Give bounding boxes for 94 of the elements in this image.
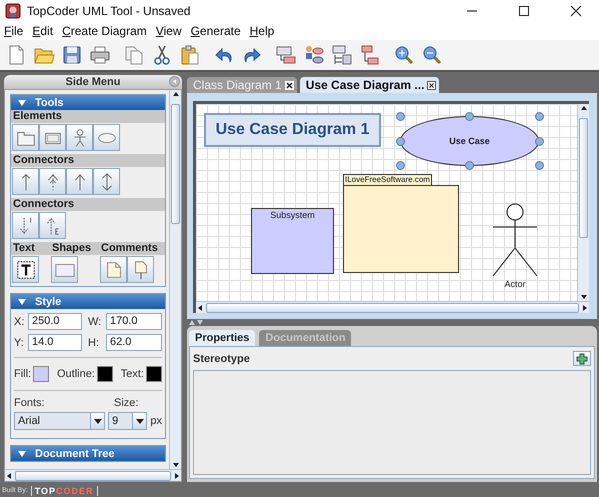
selection-handle[interactable] bbox=[396, 137, 405, 146]
horizontal-scrollbar[interactable] bbox=[5, 469, 181, 481]
collapse-triangle-icon[interactable] bbox=[18, 298, 26, 304]
field-label: W: bbox=[88, 316, 102, 328]
field-label: X: bbox=[14, 316, 26, 328]
selection-handle[interactable] bbox=[396, 161, 405, 170]
caret-icon bbox=[136, 418, 144, 424]
print-icon[interactable] bbox=[89, 44, 111, 66]
vertical-scrollbar[interactable] bbox=[577, 104, 589, 301]
input-field[interactable]: 14.0 bbox=[28, 334, 82, 351]
group-label: Text bbox=[12, 242, 36, 255]
close-icon[interactable] bbox=[284, 80, 294, 90]
panel-title: Side Menu bbox=[65, 76, 120, 88]
scroll-thumb[interactable] bbox=[15, 470, 171, 480]
section-header[interactable]: Style bbox=[11, 294, 165, 309]
group-label: Elements bbox=[11, 110, 165, 123]
use-case-ellipse: Use Case bbox=[400, 116, 539, 166]
field-label: Text: bbox=[120, 368, 144, 380]
scroll-up-icon[interactable] bbox=[580, 104, 588, 112]
selection-handle[interactable] bbox=[535, 161, 544, 170]
copy-icon[interactable] bbox=[123, 44, 145, 66]
paste-icon[interactable] bbox=[179, 44, 201, 66]
plus-icon bbox=[576, 352, 588, 364]
menu-item[interactable]: View bbox=[156, 24, 182, 38]
group-label: Connectors bbox=[11, 154, 165, 167]
add-button[interactable] bbox=[573, 351, 591, 366]
field-label: H: bbox=[88, 336, 100, 348]
subsystem-box: Subsystem bbox=[251, 208, 334, 274]
selection-handle[interactable] bbox=[465, 112, 474, 121]
input-field[interactable]: 62.0 bbox=[106, 334, 162, 351]
group-label: Connectors bbox=[11, 198, 165, 211]
field-label: Fonts: bbox=[14, 397, 46, 409]
scroll-right-icon[interactable] bbox=[173, 472, 181, 480]
scroll-left-icon[interactable] bbox=[5, 472, 13, 480]
menu-item[interactable]: Create Diagram bbox=[62, 24, 147, 38]
input-field[interactable]: 170.0 bbox=[106, 313, 162, 330]
vertical-scrollbar[interactable] bbox=[169, 90, 181, 469]
caret-icon bbox=[94, 418, 102, 424]
field-label: Y: bbox=[14, 336, 25, 348]
diagram-title: Use Case Diagram 1 bbox=[204, 113, 381, 147]
zoom-out-icon[interactable] bbox=[421, 44, 443, 66]
color-swatch[interactable] bbox=[96, 366, 113, 382]
section-header[interactable]: Document Tree bbox=[11, 446, 165, 461]
unit-label: px bbox=[150, 415, 162, 427]
menu-item[interactable]: File bbox=[4, 24, 24, 38]
color-swatch[interactable] bbox=[146, 366, 162, 382]
group-label: Comments bbox=[100, 242, 159, 255]
scroll-left-icon[interactable] bbox=[196, 304, 204, 312]
horizontal-scrollbar[interactable] bbox=[196, 301, 589, 313]
selection-handle[interactable] bbox=[535, 112, 544, 121]
collapse-triangle-icon[interactable] bbox=[18, 450, 26, 456]
menu-item[interactable]: Edit bbox=[32, 24, 54, 38]
font-dropdown[interactable]: Arial bbox=[14, 412, 106, 430]
collapse-triangle-icon[interactable] bbox=[18, 100, 26, 106]
scroll-thumb[interactable] bbox=[206, 302, 579, 312]
input-field[interactable]: 250.0 bbox=[28, 313, 82, 330]
selection-handle[interactable] bbox=[465, 161, 474, 170]
size-dropdown[interactable]: 9 bbox=[108, 412, 148, 430]
scroll-right-icon[interactable] bbox=[581, 304, 589, 312]
save-icon[interactable] bbox=[61, 44, 83, 66]
scroll-thumb[interactable] bbox=[171, 104, 180, 224]
people-diagram-icon[interactable] bbox=[303, 44, 325, 66]
text-tool-icon bbox=[14, 258, 36, 280]
logo: TOPCODER bbox=[30, 486, 98, 496]
flow-diagram-icon[interactable] bbox=[359, 44, 381, 66]
document-tab[interactable]: Use Case Diagram ... bbox=[300, 77, 440, 93]
sequence-diagram-icon[interactable] bbox=[331, 44, 353, 66]
field-label: Fill: bbox=[14, 368, 32, 380]
group-label: Shapes bbox=[51, 242, 92, 255]
app-icon bbox=[5, 3, 21, 19]
section-header[interactable]: Tools bbox=[11, 95, 165, 110]
color-swatch[interactable] bbox=[33, 366, 50, 382]
diagram-canvas[interactable]: Use Case Diagram 1 Use Case ILoveFreeSoftware.com Subsystem Actor bbox=[196, 104, 577, 301]
close-icon[interactable] bbox=[427, 80, 436, 90]
menu-item[interactable]: Generate bbox=[190, 24, 241, 38]
field-label: Outline: bbox=[56, 368, 95, 380]
section-label: Stereotype bbox=[193, 352, 250, 364]
tool-button[interactable] bbox=[12, 256, 39, 283]
selection-handle[interactable] bbox=[535, 137, 544, 146]
field-label: Size: bbox=[114, 397, 140, 409]
diagram-icon[interactable] bbox=[275, 44, 297, 66]
close-icon[interactable] bbox=[570, 5, 582, 17]
zoom-in-icon[interactable] bbox=[393, 44, 415, 66]
scroll-thumb[interactable] bbox=[579, 118, 588, 238]
panel-tab[interactable]: Properties bbox=[189, 330, 256, 346]
package-tab: ILoveFreeSoftware.com bbox=[343, 174, 432, 185]
section-title: Style bbox=[35, 296, 62, 308]
section-title: Document Tree bbox=[35, 448, 114, 460]
menu-item[interactable]: Help bbox=[250, 24, 274, 38]
selection-handle[interactable] bbox=[396, 112, 405, 121]
maximize-icon[interactable] bbox=[518, 5, 530, 17]
section-title: Tools bbox=[35, 96, 64, 108]
actor-label: Actor bbox=[504, 279, 526, 289]
window-title: TopCoder UML Tool - Unsaved bbox=[27, 4, 192, 18]
